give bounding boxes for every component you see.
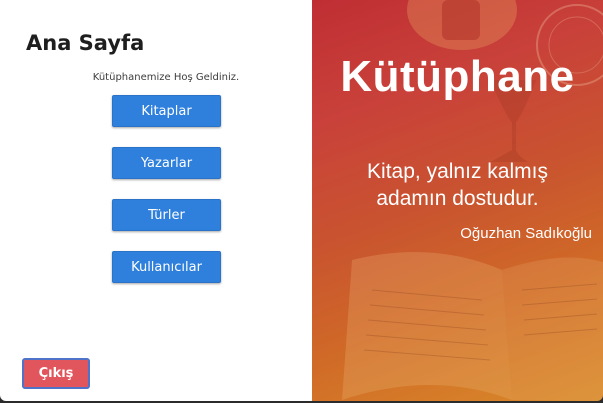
authors-button[interactable]: Yazarlar: [112, 147, 221, 179]
exit-button[interactable]: Çıkış: [22, 358, 90, 389]
genres-button[interactable]: Türler: [112, 199, 221, 231]
welcome-text: Kütüphanemize Hoş Geldiniz.: [92, 72, 240, 83]
library-banner: Kütüphane Kitap, yalnız kalmış adamın do…: [312, 0, 603, 401]
quote-line-2: adamın dostudur.: [376, 187, 539, 210]
banner-title: Kütüphane: [340, 52, 575, 101]
users-button[interactable]: Kullanıcılar: [112, 251, 221, 283]
app-window: Ana Sayfa Kütüphanemize Hoş Geldiniz. Ki…: [0, 0, 603, 401]
quote-text: Kitap, yalnız kalmış adamın dostudur.: [312, 158, 603, 212]
quote-author: Oğuzhan Sadıkoğlu: [460, 225, 592, 242]
page-title: Ana Sayfa: [26, 31, 145, 55]
books-button[interactable]: Kitaplar: [112, 95, 221, 127]
quote-line-1: Kitap, yalnız kalmış: [367, 160, 548, 183]
home-panel: Ana Sayfa Kütüphanemize Hoş Geldiniz. Ki…: [0, 0, 312, 401]
